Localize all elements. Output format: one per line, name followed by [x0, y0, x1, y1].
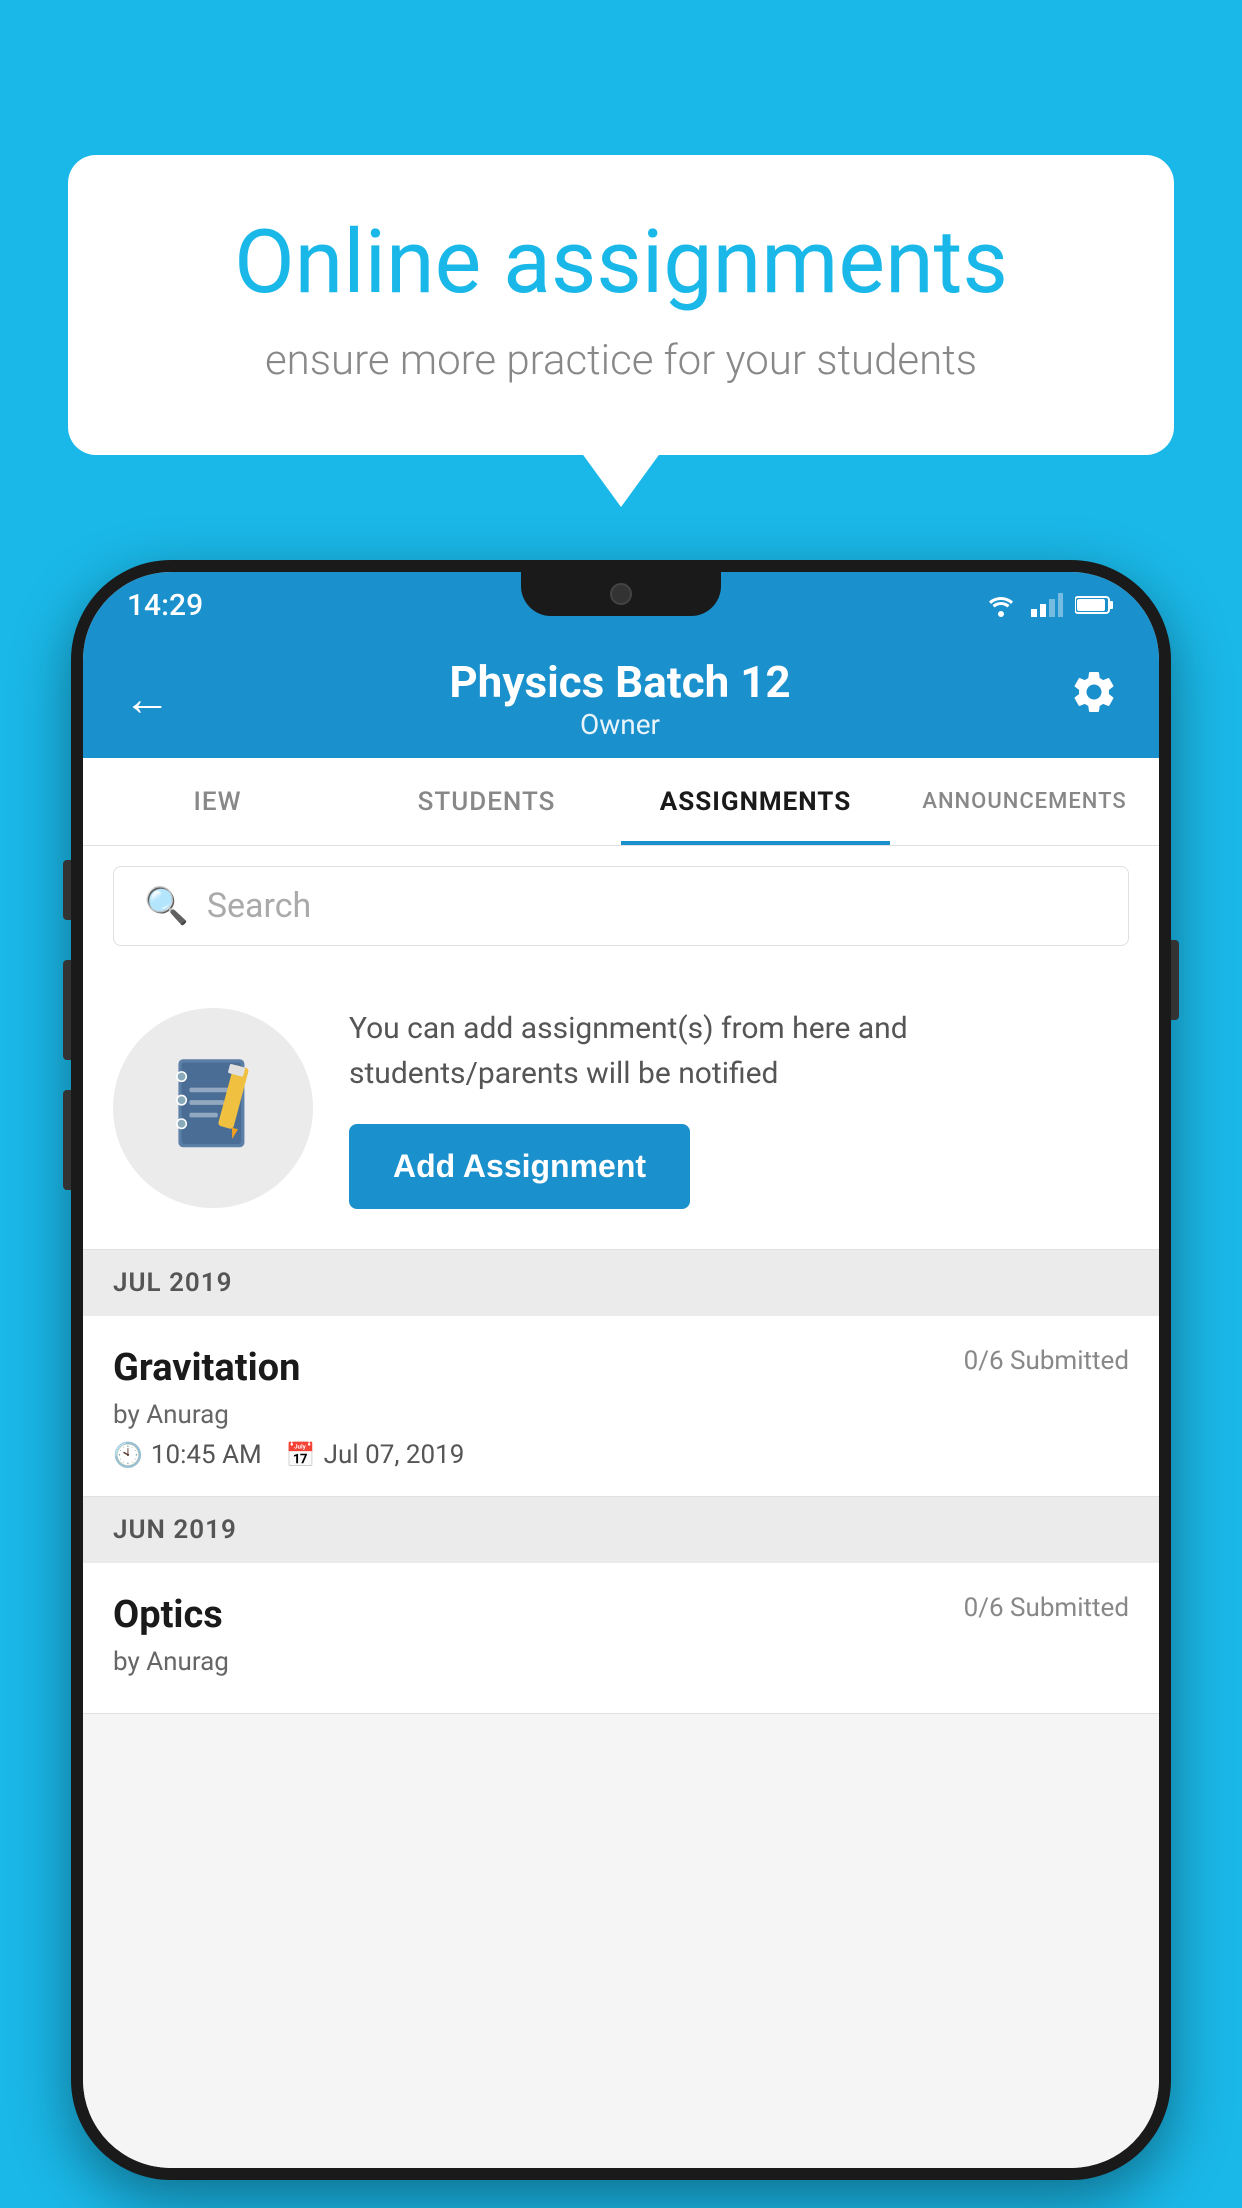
tab-iew[interactable]: IEW: [83, 758, 352, 845]
battery-icon: [1075, 594, 1115, 616]
assignment-name: Gravitation: [113, 1346, 300, 1390]
search-bar[interactable]: 🔍 Search: [113, 866, 1129, 946]
power-button: [1171, 940, 1179, 1020]
silent-button: [63, 1090, 71, 1190]
assignment-item-optics[interactable]: Optics 0/6 Submitted by Anurag: [83, 1563, 1159, 1714]
volume-down-button: [63, 960, 71, 1060]
promo-description: You can add assignment(s) from here and …: [349, 1006, 1129, 1096]
app-bar: ← Physics Batch 12 Owner: [83, 638, 1159, 758]
volume-up-button: [63, 860, 71, 920]
tab-assignments[interactable]: ASSIGNMENTS: [621, 758, 890, 845]
add-assignment-button[interactable]: Add Assignment: [349, 1124, 690, 1209]
clock-icon: 🕙: [113, 1441, 143, 1469]
assignment-time: 10:45 AM: [151, 1440, 262, 1470]
wifi-icon: [983, 592, 1019, 618]
assignment-name: Optics: [113, 1593, 223, 1637]
promo-section: You can add assignment(s) from here and …: [83, 966, 1159, 1250]
assignment-by: by Anurag: [113, 1647, 1129, 1677]
speech-bubble-title: Online assignments: [148, 215, 1094, 312]
assignment-submitted: 0/6 Submitted: [964, 1346, 1129, 1376]
speech-bubble-container: Online assignments ensure more practice …: [68, 155, 1174, 455]
search-icon: 🔍: [144, 885, 189, 927]
front-camera: [610, 583, 632, 605]
search-placeholder: Search: [207, 886, 311, 926]
speech-bubble-subtitle: ensure more practice for your students: [148, 336, 1094, 385]
calendar-icon: 📅: [286, 1441, 316, 1469]
content-area: 🔍 Search: [83, 846, 1159, 2168]
tabs-bar: IEW STUDENTS ASSIGNMENTS ANNOUNCEMENTS: [83, 758, 1159, 846]
status-icons: [983, 592, 1115, 618]
notebook-icon: [163, 1053, 263, 1163]
app-bar-subtitle: Owner: [449, 708, 790, 741]
assignment-by: by Anurag: [113, 1400, 1129, 1430]
status-time: 14:29: [127, 588, 203, 623]
settings-button[interactable]: [1069, 667, 1119, 729]
assignment-meta: 🕙 10:45 AM 📅 Jul 07, 2019: [113, 1440, 1129, 1470]
signal-icon: [1031, 593, 1063, 617]
phone-container: 14:29: [71, 560, 1171, 2180]
section-header-jul: JUL 2019: [83, 1250, 1159, 1316]
back-button[interactable]: ←: [123, 670, 171, 727]
speech-bubble: Online assignments ensure more practice …: [68, 155, 1174, 455]
assignment-submitted: 0/6 Submitted: [964, 1593, 1129, 1623]
phone-screen: 14:29: [83, 572, 1159, 2168]
notch: [521, 572, 721, 616]
app-bar-title: Physics Batch 12: [449, 656, 790, 708]
promo-icon-circle: [113, 1008, 313, 1208]
assignment-item-gravitation[interactable]: Gravitation 0/6 Submitted by Anurag 🕙 10…: [83, 1316, 1159, 1497]
assignment-date: Jul 07, 2019: [324, 1440, 465, 1470]
promo-text-section: You can add assignment(s) from here and …: [349, 1006, 1129, 1209]
tab-announcements[interactable]: ANNOUNCEMENTS: [890, 758, 1159, 845]
gear-icon: [1069, 667, 1119, 717]
tab-students[interactable]: STUDENTS: [352, 758, 621, 845]
search-container: 🔍 Search: [83, 846, 1159, 966]
section-header-jun: JUN 2019: [83, 1497, 1159, 1563]
phone-frame: 14:29: [71, 560, 1171, 2180]
app-bar-title-section: Physics Batch 12 Owner: [449, 656, 790, 741]
